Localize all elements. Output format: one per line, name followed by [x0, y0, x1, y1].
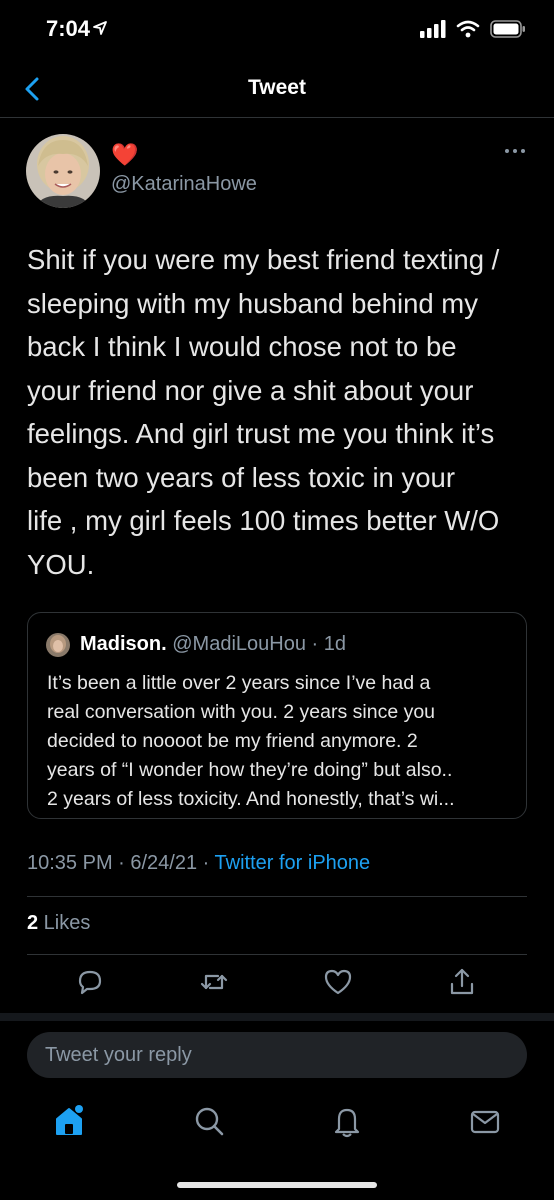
- nav-bar: Tweet: [0, 60, 554, 118]
- tab-bar: [0, 1090, 554, 1160]
- quote-text-line: decided to noooot be my friend anymore. …: [47, 730, 418, 752]
- share-icon[interactable]: [446, 966, 478, 998]
- battery-icon: [490, 20, 525, 38]
- author-handle: @KatarinaHowe: [111, 173, 257, 195]
- quote-author-handle: @MadiLouHou · 1d: [172, 633, 346, 655]
- status-bar: 7:04: [0, 0, 554, 60]
- section-separator: [0, 1013, 554, 1021]
- likes-number: 2: [27, 912, 39, 934]
- display-name-heart: ❤️: [111, 142, 139, 167]
- status-icons: [420, 20, 526, 38]
- reply-icon[interactable]: [74, 966, 106, 998]
- more-horizontal-icon[interactable]: [504, 146, 526, 156]
- tweet-meta: 10:35 PM · 6/24/21 · Twitter for iPhone: [27, 852, 370, 875]
- home-icon[interactable]: [52, 1104, 86, 1138]
- tweet-actions: [0, 966, 554, 1006]
- quote-author-name: Madison.: [80, 633, 167, 655]
- status-time: 7:04: [46, 16, 91, 41]
- home-indicator[interactable]: [177, 1182, 377, 1188]
- quote-header: Madison. @MadiLouHou · 1d: [80, 633, 346, 656]
- likes-label: Likes: [38, 912, 91, 934]
- quote-text-line: years of “I wonder how they’re doing” bu…: [47, 759, 453, 781]
- avatar[interactable]: [26, 134, 100, 208]
- quote-avatar: [46, 633, 70, 657]
- tweet-text-line: life , my girl feels 100 times better W/…: [27, 505, 500, 536]
- tweet-text: Shit if you were my best friend texting …: [27, 238, 532, 586]
- notifications-icon[interactable]: [330, 1104, 364, 1138]
- tweet-text-line: sleeping with my husband behind my: [27, 287, 478, 319]
- location-arrow-icon: [93, 21, 107, 35]
- divider: [27, 896, 527, 897]
- tweet-timestamp: 10:35 PM · 6/24/21 ·: [27, 852, 215, 874]
- tweet-source-link[interactable]: Twitter for iPhone: [215, 852, 371, 874]
- messages-icon[interactable]: [468, 1104, 502, 1138]
- retweet-icon[interactable]: [198, 966, 230, 998]
- quote-text-line: 2 years of less toxicity. And honestly, …: [47, 788, 455, 810]
- search-icon[interactable]: [192, 1104, 226, 1138]
- signal-bars-icon: [420, 20, 446, 38]
- tweet-text-line: YOU.: [27, 548, 95, 580]
- reply-placeholder: Tweet your reply: [45, 1044, 192, 1066]
- tweet-text-line: feelings. And girl trust me you think it…: [27, 418, 495, 449]
- quoted-tweet[interactable]: Madison. @MadiLouHou · 1d It’s been a li…: [27, 612, 527, 819]
- divider: [27, 954, 527, 955]
- quote-text-line: real conversation with you. 2 years sinc…: [47, 701, 436, 723]
- likes-count[interactable]: 2 Likes: [27, 912, 90, 935]
- tweet-text-line: back I think I would chose not to be: [27, 331, 457, 362]
- reply-input[interactable]: Tweet your reply: [27, 1032, 527, 1078]
- quote-text-line: It’s been a little over 2 years since I’…: [47, 672, 431, 694]
- tweet-author: ❤️ @KatarinaHowe: [26, 134, 526, 210]
- wifi-icon: [456, 20, 480, 38]
- page-title: Tweet: [248, 76, 306, 99]
- tweet-text-line: been two years of less toxic in your: [27, 461, 455, 493]
- tweet-text-line: Shit if you were my best friend texting …: [27, 244, 500, 275]
- tweet-text-line: your friend nor give a shit about your: [27, 374, 474, 406]
- quote-text: It’s been a little over 2 years since I’…: [47, 669, 517, 814]
- like-icon[interactable]: [322, 966, 354, 998]
